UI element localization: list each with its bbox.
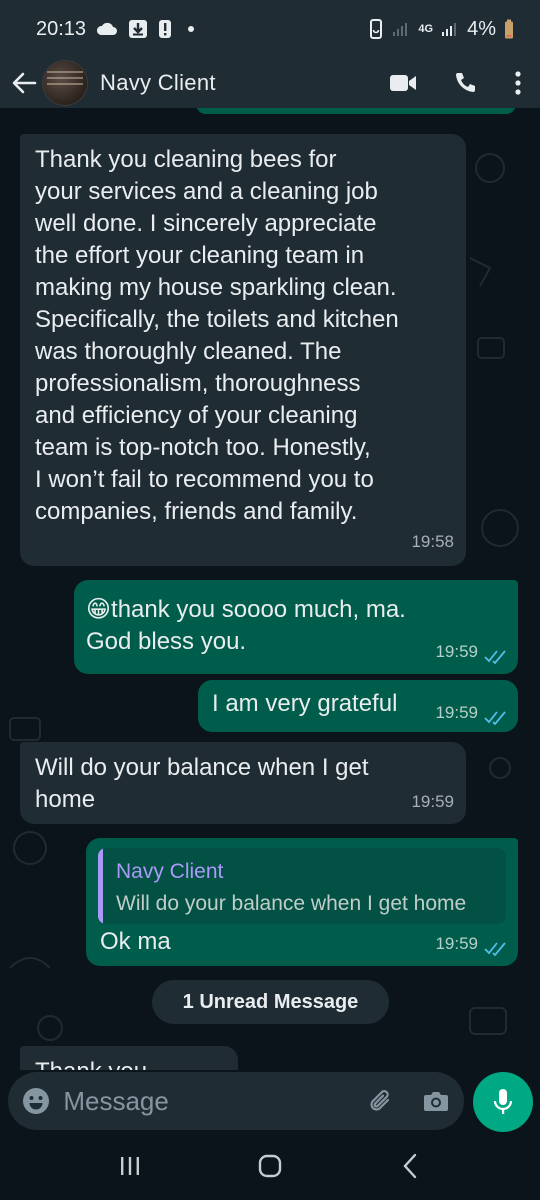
message-line: and efficiency of your cleaning [35, 402, 358, 429]
status-left: 20:13 [36, 17, 195, 41]
message-line: I won’t fail to recommend you to [35, 466, 374, 493]
back-arrow-icon [12, 72, 37, 94]
alert-icon [158, 19, 172, 39]
message-line: Ok ma [100, 928, 171, 955]
recycle-icon [368, 19, 384, 39]
message-line: your services and a cleaning job [35, 178, 378, 205]
contact-name[interactable]: Navy Client [100, 70, 216, 96]
home-icon [258, 1154, 282, 1178]
message-input[interactable] [63, 1085, 354, 1117]
composer-bar [0, 1070, 540, 1132]
notification-dot [188, 26, 195, 32]
nav-back-button[interactable] [370, 1136, 450, 1196]
double-check-icon [484, 650, 506, 664]
composer-pill [8, 1072, 464, 1130]
message-line: 😁thank you soooo much, ma. [86, 596, 406, 623]
message-time: 19:59 [435, 934, 478, 953]
header-actions [372, 60, 540, 106]
phone-icon [456, 73, 475, 92]
signal-icon [392, 21, 410, 37]
status-time: 20:13 [36, 17, 87, 40]
message-line: companies, friends and family. [35, 498, 358, 525]
message-line: well done. I sincerely appreciate [35, 210, 377, 237]
status-bar: 20:13 4G 4% [0, 0, 540, 58]
recents-button[interactable] [90, 1136, 170, 1196]
voice-message-button[interactable] [473, 1072, 533, 1132]
message-bubble-outgoing-partial[interactable] [196, 108, 516, 114]
camera-icon [424, 1092, 449, 1111]
battery-level: 4% [467, 17, 496, 40]
emoji-button[interactable] [8, 1072, 63, 1130]
chat-header: Navy Client [0, 58, 540, 108]
message-line: making my house sparkling clean. [35, 274, 397, 301]
message-text: 😁thank you soooo much, ma. God bless you… [86, 594, 406, 658]
message-bubble-incoming[interactable]: Will do your balance when I get home 19:… [20, 742, 466, 824]
message-line: was thoroughly cleaned. The [35, 338, 342, 365]
message-line: the effort your cleaning team in [35, 242, 365, 269]
system-nav-bar [0, 1132, 540, 1200]
message-text: Thank you [35, 1056, 147, 1070]
message-bubble-outgoing[interactable]: Navy Client Will do your balance when I … [86, 838, 518, 966]
message-bubble-outgoing[interactable]: 😁thank you soooo much, ma. God bless you… [74, 580, 518, 674]
quote-text: Will do your balance when I get home [116, 892, 467, 915]
message-time: 19:59 [435, 703, 478, 722]
cloud-icon [96, 22, 118, 36]
unread-messages-banner: 1 Unread Message [152, 980, 389, 1024]
signal-icon [441, 21, 459, 37]
more-vert-icon [515, 71, 521, 95]
message-line: team is top-notch too. Honestly, [35, 434, 371, 461]
attach-icon [370, 1090, 390, 1111]
mic-icon [493, 1089, 513, 1114]
home-button[interactable] [230, 1136, 310, 1196]
avatar[interactable] [42, 60, 88, 106]
message-text: Will do your balance when I get home [35, 752, 369, 816]
message-bubble-incoming-partial[interactable]: Thank you [20, 1046, 238, 1070]
message-line: God bless you. [86, 628, 247, 655]
double-check-icon [484, 711, 506, 725]
message-line: Thank you cleaning bees for [35, 146, 337, 173]
recents-icon [121, 1157, 139, 1175]
message-time: 19:58 [411, 532, 454, 551]
message-line: Will do your balance when I get [35, 754, 369, 781]
network-type: 4G [418, 23, 434, 35]
voice-call-button[interactable] [434, 60, 496, 106]
back-icon [403, 1153, 417, 1179]
battery-icon [504, 19, 514, 39]
status-right: 4G 4% [368, 18, 514, 41]
quoted-message[interactable]: Navy Client Will do your balance when I … [98, 848, 506, 924]
double-check-icon [484, 942, 506, 956]
video-call-icon [390, 75, 416, 91]
quote-author: Navy Client [116, 860, 224, 883]
chat-area[interactable]: Thank you cleaning bees for your service… [0, 108, 540, 1070]
back-button[interactable] [8, 63, 40, 103]
emoji-icon [22, 1088, 49, 1114]
download-icon [128, 19, 148, 39]
message-text: I am very grateful [212, 688, 397, 720]
message-text: Thank you cleaning bees for your service… [35, 144, 399, 528]
quote-accent-bar [98, 848, 103, 924]
message-bubble-outgoing[interactable]: I am very grateful 19:59 [198, 680, 518, 732]
attach-button[interactable] [353, 1072, 408, 1130]
message-time: 19:59 [435, 642, 478, 661]
message-line: I am very grateful [212, 690, 398, 717]
message-time: 19:59 [411, 792, 454, 811]
camera-button[interactable] [409, 1072, 464, 1130]
more-options-button[interactable] [496, 60, 540, 106]
message-line: home [35, 786, 96, 813]
message-line: Specifically, the toilets and kitchen [35, 306, 399, 333]
message-bubble-incoming[interactable]: Thank you cleaning bees for your service… [20, 134, 466, 566]
message-line: professionalism, thoroughness [35, 370, 361, 397]
video-call-button[interactable] [372, 60, 434, 106]
message-text: Ok ma [100, 926, 171, 958]
